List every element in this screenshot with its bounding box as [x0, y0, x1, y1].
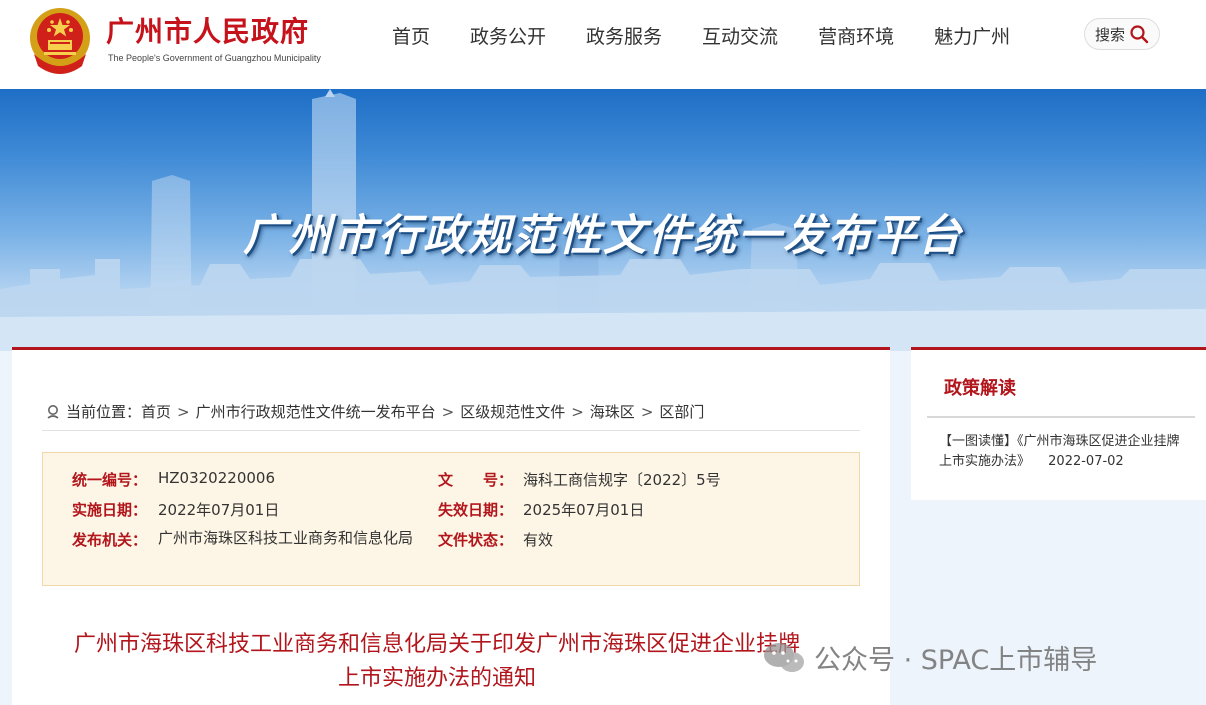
- policy-interpretation-link[interactable]: 【一图读懂】《广州市海珠区促进企业挂牌上市实施办法》 2022-07-02: [939, 432, 1184, 472]
- main-content: 当前位置： 首页 > 广州市行政规范性文件统一发布平台 > 区级规范性文件 > …: [12, 347, 890, 705]
- location-pin-icon: [46, 404, 60, 420]
- breadcrumb-separator: >: [441, 402, 455, 421]
- effective-date-label: 实施日期：: [72, 501, 148, 519]
- site-title[interactable]: 广州市人民政府: [106, 10, 309, 50]
- side-panel-title: 政策解读: [944, 378, 1016, 399]
- breadcrumb-prefix: 当前位置：: [66, 403, 142, 421]
- wechat-watermark: 公众号 · SPAC上市辅导: [762, 638, 1097, 677]
- side-panel-divider: [927, 416, 1195, 418]
- breadcrumb-separator: >: [571, 402, 584, 421]
- site-subtitle: The People's Government of Guangzhou Mun…: [108, 53, 321, 63]
- breadcrumb-district-docs[interactable]: 区级规范性文件: [460, 401, 565, 422]
- search-button[interactable]: 搜索: [1084, 18, 1160, 50]
- nav-government-affairs[interactable]: 政务公开: [470, 22, 546, 49]
- wechat-icon: [764, 642, 804, 672]
- document-title: 广州市海珠区科技工业商务和信息化局关于印发广州市海珠区促进企业挂牌上市实施办法的…: [73, 632, 800, 691]
- banner-title: 广州市行政规范性文件统一发布平台: [243, 211, 963, 261]
- nav-interaction[interactable]: 互动交流: [702, 22, 778, 49]
- status-value: 有效: [523, 531, 554, 549]
- issuer-value: 广州市海珠区科技工业商务和信息化局: [158, 529, 414, 547]
- document-number-label: 文 号：: [438, 471, 514, 489]
- policy-link-date: 2022-07-02: [1048, 454, 1124, 469]
- search-icon: [1130, 25, 1149, 44]
- main-nav: 首页 政务公开 政务服务 互动交流 营商环境 魅力广州: [372, 0, 1030, 70]
- breadcrumb-separator: >: [177, 402, 190, 421]
- nav-government-services[interactable]: 政务服务: [586, 22, 662, 49]
- watermark-text: 公众号 · SPAC上市辅导: [814, 645, 1098, 676]
- document-number-value: 海科工商信规字〔2022〕5号: [523, 471, 721, 489]
- national-emblem-icon[interactable]: [28, 6, 92, 76]
- policy-interpretation-panel: 政策解读 【一图读懂】《广州市海珠区促进企业挂牌上市实施办法》 2022-07-…: [911, 347, 1206, 500]
- breadcrumb-platform[interactable]: 广州市行政规范性文件统一发布平台: [196, 401, 436, 422]
- serial-number-label: 统一编号：: [72, 471, 148, 489]
- site-header: 广州市人民政府 The People's Government of Guang…: [0, 0, 1206, 89]
- status-label: 文件状态：: [438, 531, 514, 549]
- nav-home[interactable]: 首页: [392, 22, 430, 49]
- breadcrumb-separator: >: [640, 402, 654, 421]
- nav-business-environment[interactable]: 营商环境: [818, 22, 894, 49]
- breadcrumb: 当前位置： 首页 > 广州市行政规范性文件统一发布平台 > 区级规范性文件 > …: [46, 401, 704, 422]
- expiry-date-label: 失效日期：: [438, 501, 514, 519]
- breadcrumb-divider: [42, 430, 860, 431]
- document-info-box: 统一编号： HZ0320220006 文 号： 海科工商信规字〔2022〕5号 …: [42, 452, 860, 586]
- breadcrumb-haizhu[interactable]: 海珠区: [590, 401, 635, 422]
- effective-date-value: 2022年07月01日: [158, 501, 280, 519]
- hero-banner: 广州市行政规范性文件统一发布平台: [0, 89, 1206, 351]
- serial-number-value: HZ0320220006: [158, 469, 275, 487]
- nav-charming-guangzhou[interactable]: 魅力广州: [934, 22, 1010, 49]
- expiry-date-value: 2025年07月01日: [523, 501, 645, 519]
- search-label: 搜索: [1094, 25, 1125, 44]
- breadcrumb-home[interactable]: 首页: [141, 401, 171, 422]
- breadcrumb-district-departments[interactable]: 区部门: [659, 401, 704, 422]
